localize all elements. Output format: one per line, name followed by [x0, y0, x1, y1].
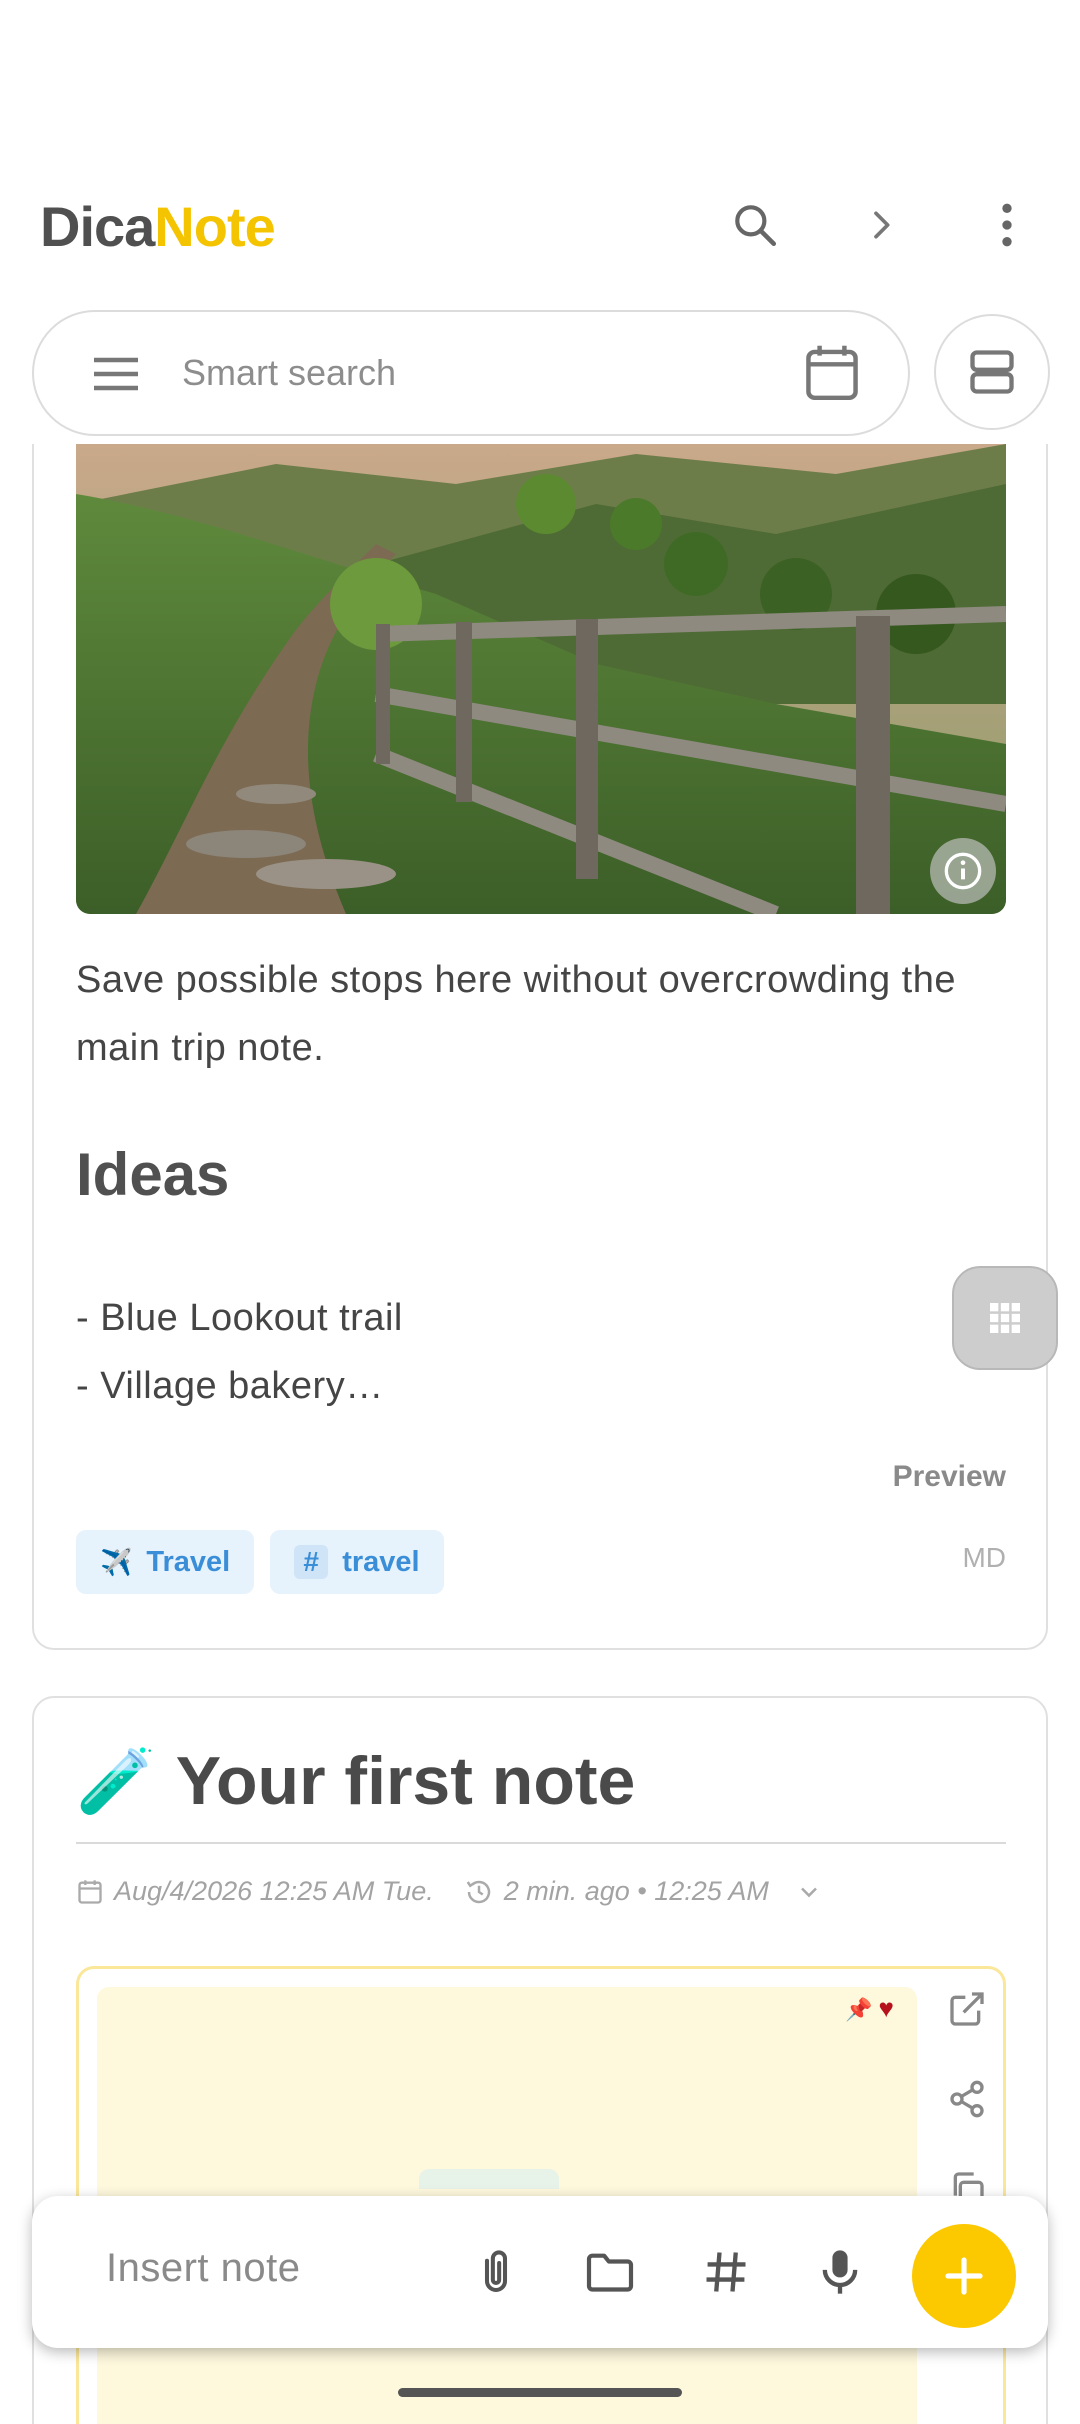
note-title: 🧪 Your first note	[76, 1742, 635, 1820]
chip-label: travel	[342, 1545, 420, 1578]
search-icon	[735, 205, 777, 247]
image-info-button[interactable]	[930, 838, 996, 904]
grid-icon	[990, 1303, 1020, 1333]
add-icon	[945, 2257, 983, 2295]
app-logo: DicaNote	[40, 194, 276, 259]
logo-part-note: Note	[154, 195, 275, 258]
landscape-image	[76, 444, 1006, 914]
share-icon	[950, 2080, 984, 2118]
hashtag-button[interactable]	[688, 2234, 764, 2310]
folder-icon	[586, 2253, 634, 2292]
search-input[interactable]: Smart search	[182, 352, 396, 394]
smart-search-bar[interactable]: Smart search	[32, 310, 910, 436]
calendar-small-icon	[78, 1879, 102, 1904]
add-note-button[interactable]	[912, 2224, 1016, 2328]
note-list: - Blue Lookout trail - Village bakery…	[76, 1284, 403, 1420]
calendar-button[interactable]	[802, 342, 862, 409]
list-item: - Blue Lookout trail	[76, 1297, 403, 1339]
chevron-down-icon[interactable]	[795, 1878, 823, 1906]
floating-grid-button[interactable]	[952, 1266, 1058, 1370]
list-item: - Village bakery…	[76, 1365, 384, 1407]
insert-note-input[interactable]: Insert note	[106, 2246, 301, 2291]
note-heading: Ideas	[76, 1141, 230, 1208]
note-updated-time: 2 min. ago • 12:25 AM	[503, 1876, 769, 1906]
category-chip-travel[interactable]: ✈️ Travel	[76, 1530, 255, 1594]
open-external-button[interactable]	[945, 1989, 989, 2079]
menu-icon	[94, 357, 138, 391]
insert-note-bar: Insert note	[32, 2196, 1048, 2348]
note-preview-frame[interactable]: 📌 ♥	[76, 1966, 1006, 2424]
calendar-icon	[806, 345, 858, 401]
note-created-date: Aug/4/2026 12:25 AM Tue.	[114, 1876, 434, 1906]
note-title-text: Your first note	[175, 1743, 636, 1819]
logo-part-dica: Dica	[40, 195, 155, 258]
heart-icon: ♥	[878, 1993, 894, 2023]
attach-icon	[484, 2250, 508, 2293]
attach-button[interactable]	[458, 2234, 534, 2310]
search-row: Smart search	[32, 310, 1050, 436]
note-description: Save possible stops here without overcro…	[76, 959, 956, 1069]
info-icon	[944, 852, 982, 890]
view-toggle-icon	[970, 350, 1014, 394]
app-bar: DicaNote	[0, 190, 1080, 260]
folder-button[interactable]	[572, 2234, 648, 2310]
more-options-button[interactable]	[972, 190, 1042, 260]
pin-icon: 📌	[845, 1997, 873, 2022]
preview-hint-shape	[419, 2169, 559, 2189]
next-button[interactable]	[846, 190, 916, 260]
menu-button[interactable]	[90, 350, 142, 403]
home-indicator[interactable]	[398, 2388, 682, 2397]
note-meta: Aug/4/2026 12:25 AM Tue. 2 min. ago • 12…	[76, 1876, 823, 1907]
view-toggle-button[interactable]	[934, 314, 1050, 430]
tag-chips: ✈️ Travel # travel	[76, 1530, 444, 1594]
mic-button[interactable]	[802, 2234, 878, 2310]
note-image[interactable]	[76, 444, 1006, 914]
open-external-icon	[950, 1992, 984, 2026]
hashtag-icon: #	[294, 1545, 329, 1579]
title-divider	[76, 1842, 1006, 1844]
test-tube-icon: 🧪	[76, 1744, 156, 1817]
pin-indicators: 📌 ♥	[845, 1993, 894, 2024]
history-icon	[466, 1880, 490, 1903]
format-badge: MD	[962, 1542, 1006, 1573]
airplane-icon: ✈️	[100, 1546, 133, 1577]
mic-icon	[822, 2250, 858, 2294]
hashtag-chip-travel[interactable]: # travel	[270, 1530, 444, 1594]
hashtag-icon	[706, 2252, 746, 2292]
chip-label: Travel	[146, 1545, 231, 1578]
note-card-travel[interactable]: Save possible stops here without overcro…	[32, 444, 1048, 1650]
share-button[interactable]	[945, 2079, 989, 2169]
preview-button[interactable]: Preview	[893, 1460, 1006, 1494]
search-button[interactable]	[720, 190, 790, 260]
more-vert-icon	[1002, 203, 1012, 247]
chevron-right-icon	[874, 211, 890, 239]
